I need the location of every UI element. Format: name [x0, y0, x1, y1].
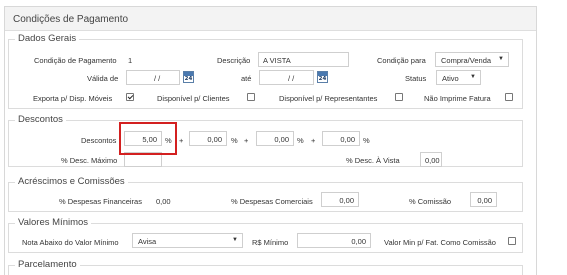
nota-abaixo-select[interactable]: Avisa ▼ [132, 233, 243, 248]
condicao-para-select[interactable]: Compra/Venda ▼ [435, 52, 509, 67]
desconto-4-input[interactable]: 0,00 [322, 131, 360, 146]
nota-abaixo-value: Avisa [138, 237, 157, 246]
plus-sign: + [179, 136, 184, 145]
descricao-input[interactable]: A VISTA [258, 52, 349, 67]
rs-minimo-input[interactable]: 0,00 [297, 233, 371, 248]
comissao-input[interactable]: 0,00 [470, 192, 497, 207]
caret-down-icon: ▼ [470, 74, 476, 80]
parcelamento-legend: Parcelamento [15, 259, 80, 270]
exporta-checkbox[interactable] [126, 93, 134, 101]
desconto-3-pct: % [297, 136, 304, 145]
valor-min-fat-checkbox[interactable] [508, 237, 516, 245]
caret-down-icon: ▼ [232, 237, 238, 243]
disp-representantes-label: Disponível p/ Representantes [279, 94, 378, 103]
valor-min-fat-label: Valor Min p/ Fat. Como Comissão [384, 238, 496, 247]
valida-de-label: Válida de [87, 74, 119, 83]
desc-maximo-label: % Desc. Máximo [61, 156, 118, 165]
disp-clientes-checkbox[interactable] [247, 93, 255, 101]
condicao-para-label: Condição para [377, 56, 426, 65]
disp-representantes-checkbox[interactable] [395, 93, 403, 101]
ate-label: até [241, 74, 252, 83]
desp-comerciais-input[interactable]: 0,00 [321, 192, 359, 207]
desp-financeiras-label: % Despesas Financeiras [59, 197, 142, 206]
desp-financeiras-value: 0,00 [156, 197, 171, 206]
dados-gerais-legend: Dados Gerais [15, 33, 80, 44]
highlight-box [119, 122, 177, 155]
status-value: Ativo [442, 74, 459, 83]
desconto-3-input[interactable]: 0,00 [256, 131, 294, 146]
condicao-pagamento-value: 1 [128, 56, 133, 65]
condicao-pagamento-label: Condição de Pagamento [34, 56, 117, 65]
nota-abaixo-label: Nota Abaixo do Valor Mínimo [22, 238, 119, 247]
calendar-icon[interactable]: 24 [183, 71, 194, 83]
ate-value: / / [288, 74, 295, 83]
plus-sign: + [311, 136, 316, 145]
acrescimos-legend: Acréscimos e Comissões [15, 176, 128, 187]
desp-comerciais-label: % Despesas Comerciais [231, 197, 313, 206]
status-select[interactable]: Ativo ▼ [436, 70, 481, 85]
nao-imprime-label: Não Imprime Fatura [424, 94, 491, 103]
exporta-label: Exporta p/ Disp. Móveis [33, 94, 113, 103]
ate-input[interactable]: / / [259, 70, 314, 85]
calendar-icon[interactable]: 24 [317, 71, 328, 83]
descontos-legend: Descontos [15, 114, 66, 125]
descricao-label: Descrição [217, 56, 251, 65]
valida-de-value: / / [154, 74, 161, 83]
caret-down-icon: ▼ [498, 56, 504, 62]
desconto-2-input[interactable]: 0,00 [189, 131, 227, 146]
condicao-para-value: Compra/Venda [441, 56, 492, 65]
parcelamento-section: Parcelamento [8, 259, 523, 275]
valida-de-input[interactable]: / / [126, 70, 180, 85]
plus-sign: + [244, 136, 249, 145]
desconto-4-pct: % [363, 136, 370, 145]
descontos-label: Descontos [81, 136, 117, 145]
disp-clientes-label: Disponível p/ Clientes [157, 94, 230, 103]
desc-avista-label: % Desc. À Vista [346, 156, 400, 165]
status-label: Status [405, 74, 427, 83]
comissao-label: % Comissão [409, 197, 452, 206]
desconto-2-pct: % [231, 136, 238, 145]
valores-minimos-legend: Valores Mínimos [15, 217, 92, 228]
panel-title: Condições de Pagamento [5, 7, 536, 31]
nao-imprime-checkbox[interactable] [505, 93, 513, 101]
desc-avista-input[interactable]: 0,00 [420, 152, 442, 167]
rs-minimo-label: R$ Mínimo [252, 238, 289, 247]
